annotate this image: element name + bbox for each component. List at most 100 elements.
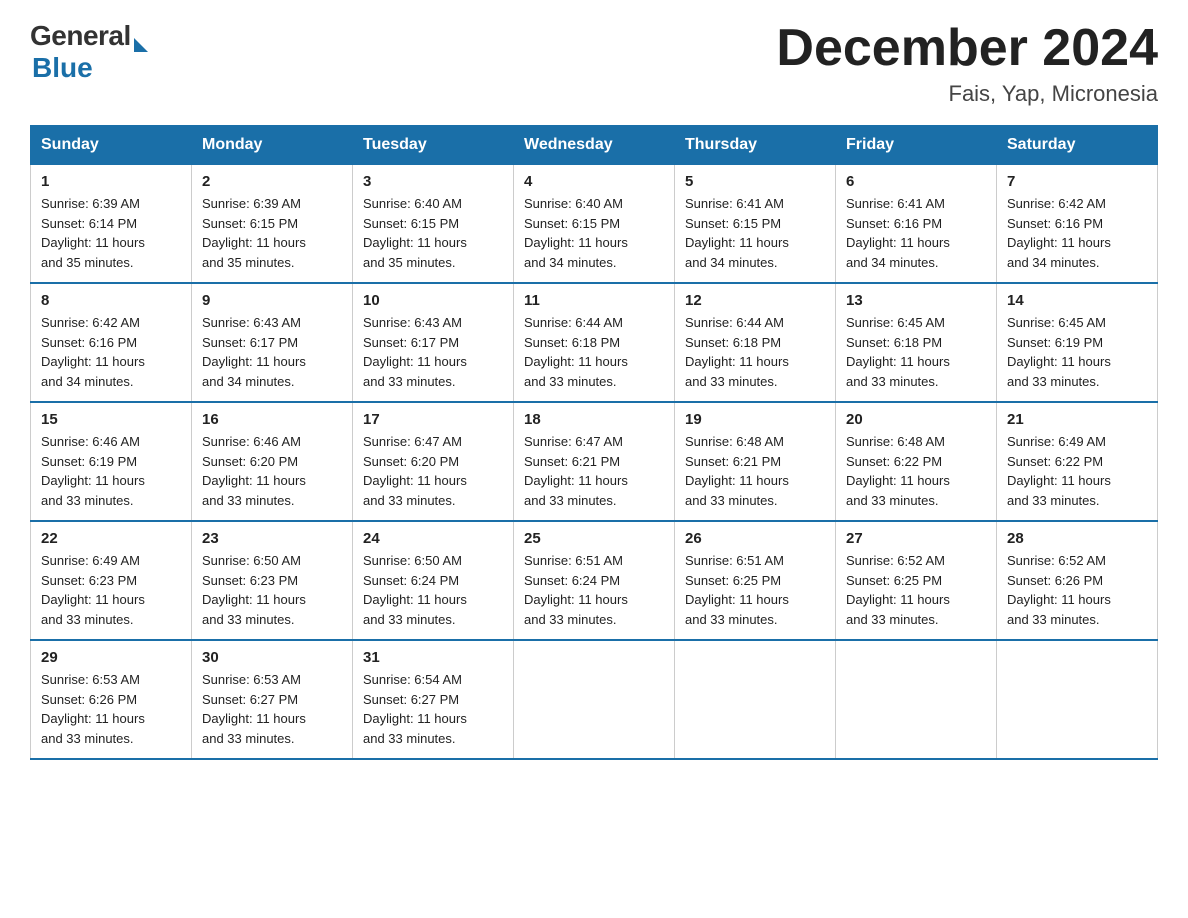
day-info: Sunrise: 6:47 AMSunset: 6:21 PMDaylight:… [524,432,664,510]
day-number: 6 [846,173,986,190]
calendar-cell: 17 Sunrise: 6:47 AMSunset: 6:20 PMDayligh… [353,402,514,521]
calendar-cell: 23 Sunrise: 6:50 AMSunset: 6:23 PMDayligh… [192,521,353,640]
day-number: 13 [846,292,986,309]
day-number: 19 [685,411,825,428]
day-number: 30 [202,649,342,666]
day-info: Sunrise: 6:42 AMSunset: 6:16 PMDaylight:… [41,313,181,391]
calendar-cell [514,640,675,759]
week-row-3: 15Sunrise: 6:46 AMSunset: 6:19 PMDayligh… [31,402,1158,521]
day-number: 2 [202,173,342,190]
day-info: Sunrise: 6:40 AMSunset: 6:15 PMDaylight:… [524,194,664,272]
day-number: 25 [524,530,664,547]
day-number: 26 [685,530,825,547]
day-header-thursday: Thursday [675,126,836,165]
day-number: 4 [524,173,664,190]
week-row-2: 8 Sunrise: 6:42 AMSunset: 6:16 PMDaylight… [31,283,1158,402]
day-info: Sunrise: 6:42 AMSunset: 6:16 PMDaylight:… [1007,194,1147,272]
day-info: Sunrise: 6:43 AMSunset: 6:17 PMDaylight:… [202,313,342,391]
calendar-cell: 4 Sunrise: 6:40 AMSunset: 6:15 PMDaylight… [514,165,675,284]
day-info: Sunrise: 6:39 AMSunset: 6:14 PMDaylight:… [41,194,181,272]
day-number: 29 [41,649,181,666]
day-number: 5 [685,173,825,190]
calendar-cell: 16 Sunrise: 6:46 AMSunset: 6:20 PMDayligh… [192,402,353,521]
day-info: Sunrise: 6:49 AMSunset: 6:22 PMDaylight:… [1007,432,1147,510]
day-info: Sunrise: 6:44 AMSunset: 6:18 PMDaylight:… [524,313,664,391]
logo-general-text: General [30,20,131,52]
day-number: 1 [41,173,181,190]
day-info: Sunrise: 6:53 AMSunset: 6:27 PMDaylight:… [202,670,342,748]
calendar-table: SundayMondayTuesdayWednesdayThursdayFrid… [30,125,1158,760]
days-header-row: SundayMondayTuesdayWednesdayThursdayFrid… [31,126,1158,165]
day-header-friday: Friday [836,126,997,165]
day-header-sunday: Sunday [31,126,192,165]
month-title: December 2024 [776,20,1158,77]
calendar-cell: 9 Sunrise: 6:43 AMSunset: 6:17 PMDaylight… [192,283,353,402]
day-info: Sunrise: 6:49 AMSunset: 6:23 PMDaylight:… [41,551,181,629]
calendar-cell: 18 Sunrise: 6:47 AMSunset: 6:21 PMDayligh… [514,402,675,521]
day-info: Sunrise: 6:39 AMSunset: 6:15 PMDaylight:… [202,194,342,272]
week-row-5: 29 Sunrise: 6:53 AMSunset: 6:26 PMDayligh… [31,640,1158,759]
day-number: 3 [363,173,503,190]
calendar-cell: 6 Sunrise: 6:41 AMSunset: 6:16 PMDaylight… [836,165,997,284]
day-info: Sunrise: 6:45 AMSunset: 6:19 PMDaylight:… [1007,313,1147,391]
day-info: Sunrise: 6:54 AMSunset: 6:27 PMDaylight:… [363,670,503,748]
day-info: Sunrise: 6:47 AMSunset: 6:20 PMDaylight:… [363,432,503,510]
day-number: 11 [524,292,664,309]
day-number: 18 [524,411,664,428]
day-info: Sunrise: 6:52 AMSunset: 6:25 PMDaylight:… [846,551,986,629]
day-number: 23 [202,530,342,547]
title-section: December 2024 Fais, Yap, Micronesia [776,20,1158,107]
page-header: General Blue December 2024 Fais, Yap, Mi… [30,20,1158,107]
day-info: Sunrise: 6:43 AMSunset: 6:17 PMDaylight:… [363,313,503,391]
calendar-cell: 1 Sunrise: 6:39 AMSunset: 6:14 PMDaylight… [31,165,192,284]
day-number: 14 [1007,292,1147,309]
calendar-cell: 12Sunrise: 6:44 AMSunset: 6:18 PMDayligh… [675,283,836,402]
day-header-tuesday: Tuesday [353,126,514,165]
calendar-cell: 8 Sunrise: 6:42 AMSunset: 6:16 PMDaylight… [31,283,192,402]
calendar-cell: 14 Sunrise: 6:45 AMSunset: 6:19 PMDayligh… [997,283,1158,402]
calendar-cell: 24Sunrise: 6:50 AMSunset: 6:24 PMDayligh… [353,521,514,640]
week-row-1: 1 Sunrise: 6:39 AMSunset: 6:14 PMDaylight… [31,165,1158,284]
calendar-cell: 28Sunrise: 6:52 AMSunset: 6:26 PMDayligh… [997,521,1158,640]
calendar-cell: 29 Sunrise: 6:53 AMSunset: 6:26 PMDayligh… [31,640,192,759]
location: Fais, Yap, Micronesia [776,81,1158,107]
day-info: Sunrise: 6:48 AMSunset: 6:22 PMDaylight:… [846,432,986,510]
day-info: Sunrise: 6:46 AMSunset: 6:20 PMDaylight:… [202,432,342,510]
calendar-cell: 15Sunrise: 6:46 AMSunset: 6:19 PMDayligh… [31,402,192,521]
calendar-cell: 20Sunrise: 6:48 AMSunset: 6:22 PMDayligh… [836,402,997,521]
calendar-cell: 27Sunrise: 6:52 AMSunset: 6:25 PMDayligh… [836,521,997,640]
calendar-cell: 25Sunrise: 6:51 AMSunset: 6:24 PMDayligh… [514,521,675,640]
day-number: 28 [1007,530,1147,547]
calendar-cell: 5 Sunrise: 6:41 AMSunset: 6:15 PMDaylight… [675,165,836,284]
day-number: 21 [1007,411,1147,428]
calendar-cell: 31 Sunrise: 6:54 AMSunset: 6:27 PMDayligh… [353,640,514,759]
day-number: 17 [363,411,503,428]
day-header-wednesday: Wednesday [514,126,675,165]
calendar-cell: 22 Sunrise: 6:49 AMSunset: 6:23 PMDayligh… [31,521,192,640]
week-row-4: 22 Sunrise: 6:49 AMSunset: 6:23 PMDayligh… [31,521,1158,640]
day-info: Sunrise: 6:48 AMSunset: 6:21 PMDaylight:… [685,432,825,510]
day-info: Sunrise: 6:41 AMSunset: 6:16 PMDaylight:… [846,194,986,272]
logo-arrow-icon [134,38,148,52]
calendar-cell [675,640,836,759]
day-info: Sunrise: 6:45 AMSunset: 6:18 PMDaylight:… [846,313,986,391]
day-info: Sunrise: 6:41 AMSunset: 6:15 PMDaylight:… [685,194,825,272]
day-number: 22 [41,530,181,547]
calendar-cell: 2 Sunrise: 6:39 AMSunset: 6:15 PMDaylight… [192,165,353,284]
day-header-saturday: Saturday [997,126,1158,165]
day-number: 31 [363,649,503,666]
calendar-cell: 30 Sunrise: 6:53 AMSunset: 6:27 PMDayligh… [192,640,353,759]
day-info: Sunrise: 6:53 AMSunset: 6:26 PMDaylight:… [41,670,181,748]
day-number: 10 [363,292,503,309]
day-info: Sunrise: 6:50 AMSunset: 6:24 PMDaylight:… [363,551,503,629]
logo: General Blue [30,20,148,84]
day-info: Sunrise: 6:50 AMSunset: 6:23 PMDaylight:… [202,551,342,629]
logo-blue-text: Blue [32,52,93,83]
calendar-cell: 26 Sunrise: 6:51 AMSunset: 6:25 PMDayligh… [675,521,836,640]
day-number: 9 [202,292,342,309]
day-number: 8 [41,292,181,309]
calendar-cell: 19 Sunrise: 6:48 AMSunset: 6:21 PMDayligh… [675,402,836,521]
day-info: Sunrise: 6:51 AMSunset: 6:25 PMDaylight:… [685,551,825,629]
day-number: 12 [685,292,825,309]
day-number: 16 [202,411,342,428]
